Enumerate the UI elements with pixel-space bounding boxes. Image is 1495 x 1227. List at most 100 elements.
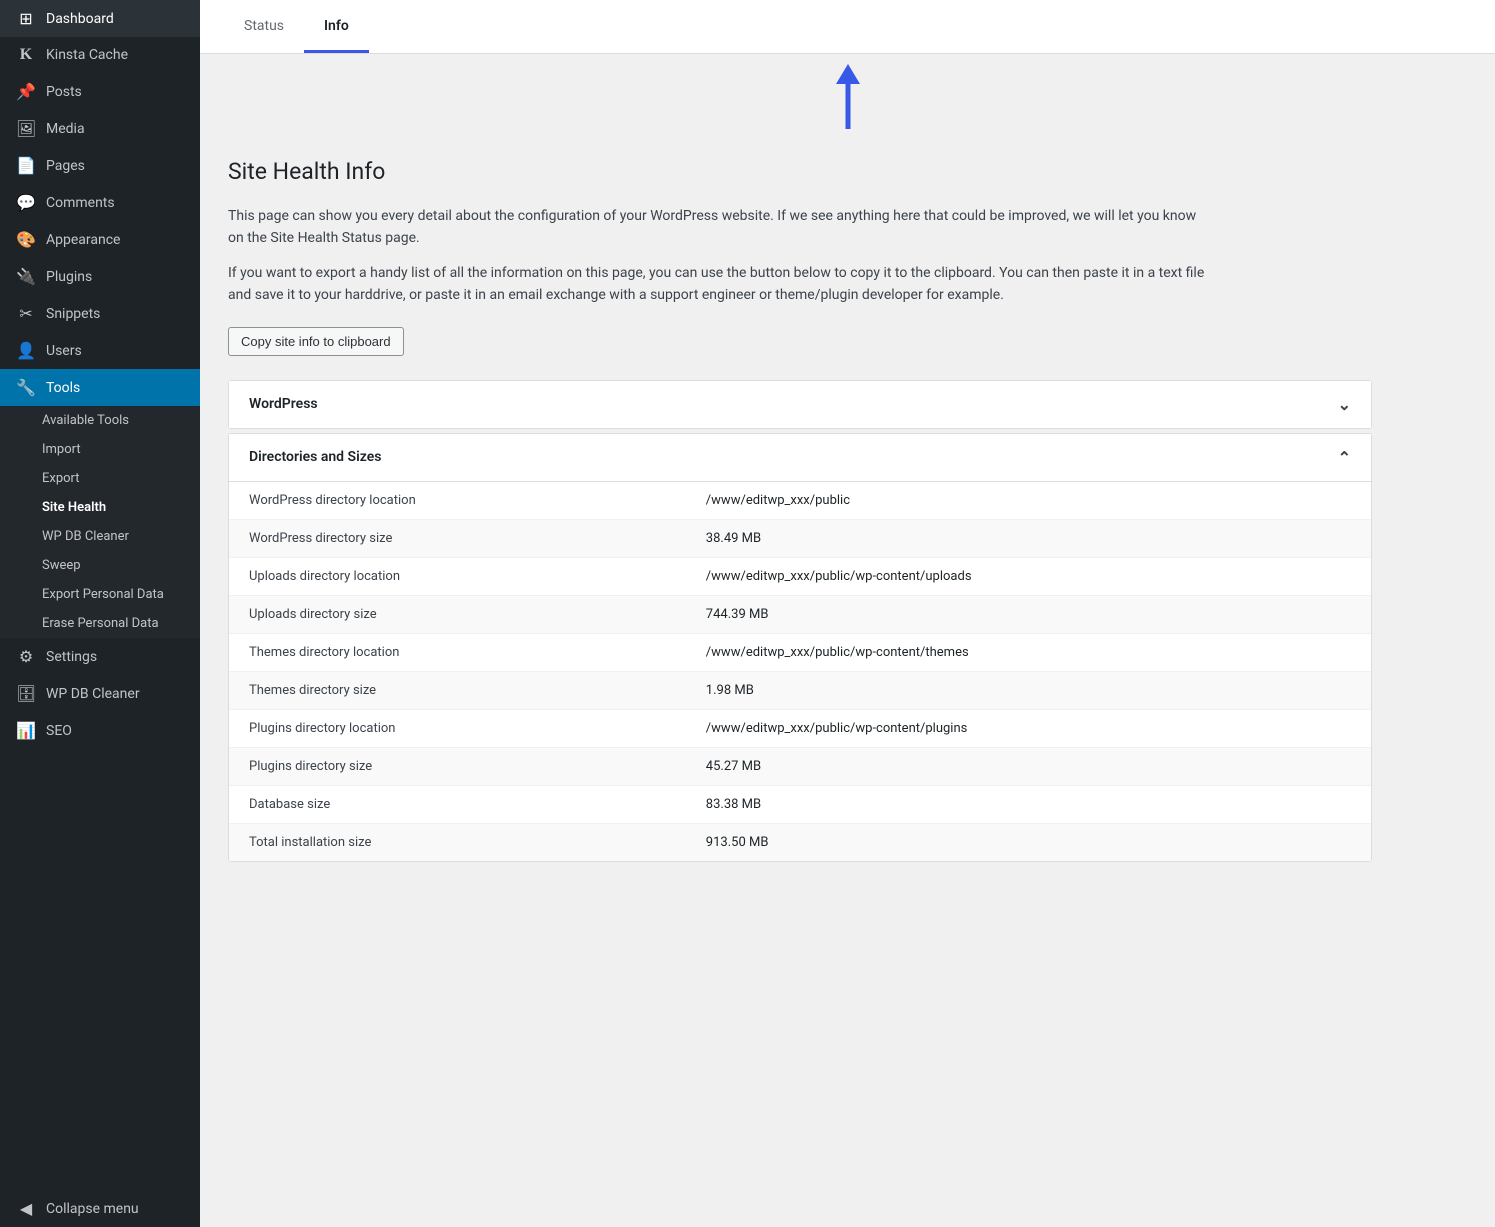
sidebar-item-wp-db-cleaner[interactable]: 🗄 WP DB Cleaner	[0, 675, 200, 712]
row-key: WordPress directory size	[229, 519, 686, 557]
table-row: Themes directory size 1.98 MB	[229, 671, 1371, 709]
submenu-site-health[interactable]: Site Health ←	[0, 493, 200, 522]
wordpress-section-label: WordPress	[249, 396, 318, 412]
row-key: Themes directory size	[229, 671, 686, 709]
main-content: Status Info Site Health Info This page c…	[200, 0, 1495, 1227]
row-key: Uploads directory size	[229, 595, 686, 633]
directories-accordion-content: WordPress directory location /www/editwp…	[229, 482, 1371, 861]
row-key: WordPress directory location	[229, 482, 686, 520]
row-key: Plugins directory size	[229, 747, 686, 785]
comments-icon: 💬	[16, 193, 36, 212]
sidebar-item-label: Snippets	[46, 306, 100, 322]
sidebar-item-snippets[interactable]: ✂ Snippets	[0, 295, 200, 332]
directories-accordion-header[interactable]: Directories and Sizes ⌃	[229, 434, 1371, 482]
chevron-up-icon: ⌃	[1338, 448, 1351, 467]
directories-accordion: Directories and Sizes ⌃ WordPress direct…	[228, 433, 1372, 862]
sidebar-item-seo[interactable]: 📊 SEO	[0, 712, 200, 749]
sidebar-item-comments[interactable]: 💬 Comments	[0, 184, 200, 221]
appearance-icon: 🎨	[16, 230, 36, 249]
row-value: /www/editwp_xxx/public	[686, 482, 1371, 520]
submenu-import[interactable]: Import	[0, 435, 200, 464]
snippets-icon: ✂	[16, 304, 36, 323]
sidebar-item-appearance[interactable]: 🎨 Appearance	[0, 221, 200, 258]
row-value: 1.98 MB	[686, 671, 1371, 709]
sidebar-item-label: Comments	[46, 195, 115, 211]
kinsta-icon: K	[16, 46, 36, 64]
sidebar-item-label: Collapse menu	[46, 1201, 139, 1217]
submenu-wp-db-cleaner[interactable]: WP DB Cleaner	[0, 522, 200, 551]
sidebar-item-tools[interactable]: 🔧 Tools	[0, 369, 200, 406]
row-value: /www/editwp_xxx/public/wp-content/themes	[686, 633, 1371, 671]
row-value: /www/editwp_xxx/public/wp-content/plugin…	[686, 709, 1371, 747]
sidebar-item-label: Media	[46, 121, 85, 137]
users-icon: 👤	[16, 341, 36, 360]
sidebar-item-posts[interactable]: 📌 Posts	[0, 73, 200, 110]
pages-icon: 📄	[16, 156, 36, 175]
sidebar-item-label: Posts	[46, 84, 82, 100]
sidebar: ⊞ Dashboard K Kinsta Cache 📌 Posts 🖼 Med…	[0, 0, 200, 1227]
table-row: Total installation size 913.50 MB	[229, 823, 1371, 861]
directories-section-label: Directories and Sizes	[249, 449, 381, 465]
sidebar-item-plugins[interactable]: 🔌 Plugins	[0, 258, 200, 295]
row-value: /www/editwp_xxx/public/wp-content/upload…	[686, 557, 1371, 595]
copy-site-info-button[interactable]: Copy site info to clipboard	[228, 327, 404, 356]
up-arrow-indicator	[828, 64, 868, 134]
collapse-icon: ◀	[16, 1199, 36, 1218]
submenu-erase-personal-data[interactable]: Erase Personal Data	[0, 609, 200, 638]
row-value: 38.49 MB	[686, 519, 1371, 557]
content-area: Site Health Info This page can show you …	[200, 134, 1400, 890]
wp-db-cleaner-icon: 🗄	[16, 684, 36, 703]
sidebar-item-settings[interactable]: ⚙ Settings	[0, 638, 200, 675]
tab-status[interactable]: Status	[224, 0, 304, 53]
sidebar-item-label: Plugins	[46, 269, 92, 285]
row-key: Total installation size	[229, 823, 686, 861]
table-row: Plugins directory size 45.27 MB	[229, 747, 1371, 785]
row-key: Themes directory location	[229, 633, 686, 671]
table-row: Themes directory location /www/editwp_xx…	[229, 633, 1371, 671]
chevron-down-icon: ⌄	[1338, 395, 1351, 414]
sidebar-item-kinsta-cache[interactable]: K Kinsta Cache	[0, 37, 200, 73]
row-key: Database size	[229, 785, 686, 823]
sidebar-item-label: Kinsta Cache	[46, 47, 128, 63]
sidebar-item-dashboard[interactable]: ⊞ Dashboard	[0, 0, 200, 37]
sidebar-item-users[interactable]: 👤 Users	[0, 332, 200, 369]
sidebar-item-label: Tools	[46, 380, 80, 396]
sidebar-item-label: WP DB Cleaner	[46, 686, 140, 702]
sidebar-item-collapse[interactable]: ◀ Collapse menu	[0, 1190, 200, 1227]
wordpress-accordion-header[interactable]: WordPress ⌄	[229, 381, 1371, 428]
table-row: Uploads directory location /www/editwp_x…	[229, 557, 1371, 595]
tools-submenu: Available Tools Import Export Site Healt…	[0, 406, 200, 638]
settings-icon: ⚙	[16, 647, 36, 666]
submenu-export[interactable]: Export	[0, 464, 200, 493]
description-1: This page can show you every detail abou…	[228, 205, 1208, 250]
sidebar-item-pages[interactable]: 📄 Pages	[0, 147, 200, 184]
row-value: 45.27 MB	[686, 747, 1371, 785]
page-title: Site Health Info	[228, 158, 1372, 185]
row-key: Plugins directory location	[229, 709, 686, 747]
tab-info[interactable]: Info	[304, 0, 369, 53]
sidebar-item-label: Settings	[46, 649, 97, 665]
table-row: WordPress directory location /www/editwp…	[229, 482, 1371, 520]
seo-icon: 📊	[16, 721, 36, 740]
sidebar-item-label: Appearance	[46, 232, 120, 248]
table-row: Database size 83.38 MB	[229, 785, 1371, 823]
sidebar-item-label: SEO	[46, 723, 72, 739]
plugins-icon: 🔌	[16, 267, 36, 286]
row-key: Uploads directory location	[229, 557, 686, 595]
dashboard-icon: ⊞	[16, 9, 36, 28]
media-icon: 🖼	[16, 119, 36, 138]
sidebar-item-label: Dashboard	[46, 11, 114, 27]
table-row: Uploads directory size 744.39 MB	[229, 595, 1371, 633]
description-2: If you want to export a handy list of al…	[228, 262, 1208, 307]
sidebar-item-media[interactable]: 🖼 Media	[0, 110, 200, 147]
table-row: WordPress directory size 38.49 MB	[229, 519, 1371, 557]
row-value: 83.38 MB	[686, 785, 1371, 823]
wordpress-accordion: WordPress ⌄	[228, 380, 1372, 429]
submenu-sweep[interactable]: Sweep	[0, 551, 200, 580]
submenu-available-tools[interactable]: Available Tools	[0, 406, 200, 435]
directories-table: WordPress directory location /www/editwp…	[229, 482, 1371, 861]
row-value: 913.50 MB	[686, 823, 1371, 861]
sidebar-item-label: Users	[46, 343, 82, 359]
submenu-export-personal-data[interactable]: Export Personal Data	[0, 580, 200, 609]
sidebar-item-label: Pages	[46, 158, 85, 174]
